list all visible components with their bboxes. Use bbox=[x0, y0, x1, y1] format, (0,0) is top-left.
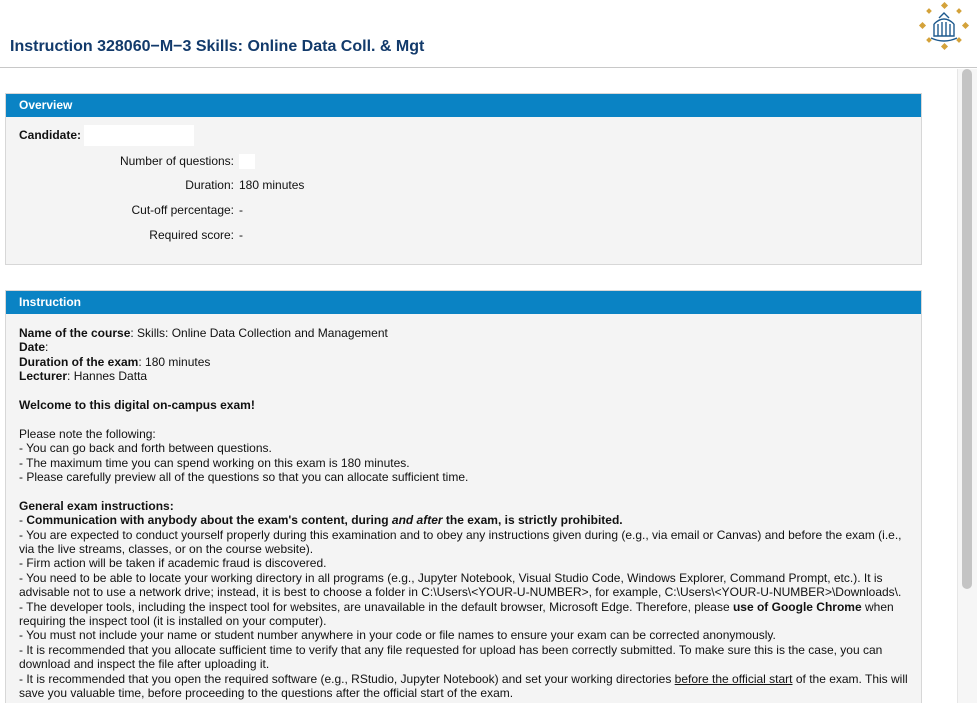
rule-software: - It is recommended that you open the re… bbox=[19, 671, 908, 701]
duration-label: Duration: bbox=[185, 178, 234, 192]
instruction-heading: Instruction bbox=[6, 291, 921, 314]
cutoff-label: Cut-off percentage: bbox=[131, 203, 234, 217]
page-header: Instruction 328060−M−3 Skills: Online Da… bbox=[0, 0, 977, 68]
overview-heading: Overview bbox=[6, 94, 921, 117]
rule-anonymous: - You must not include your name or stud… bbox=[19, 628, 776, 643]
note-item: - The maximum time you can spend working… bbox=[19, 455, 410, 470]
duration-line: Duration of the exam: 180 minutes bbox=[19, 355, 908, 369]
welcome-text: Welcome to this digital on-campus exam! bbox=[19, 398, 255, 413]
instruction-panel: Instruction Name of the course: Skills: … bbox=[5, 290, 922, 703]
lecturer-line: Lecturer: Hannes Datta bbox=[19, 369, 908, 383]
course-label: Name of the course bbox=[19, 326, 131, 340]
note-intro: Please note the following: bbox=[19, 426, 156, 441]
duration-value: 180 minutes bbox=[239, 178, 305, 192]
rule-communication: - Communication with anybody about the e… bbox=[19, 513, 623, 528]
rule-devtools: - The developer tools, including the ins… bbox=[19, 599, 894, 629]
candidate-label: Candidate: bbox=[19, 128, 82, 142]
lecturer-label: Lecturer bbox=[19, 369, 68, 384]
required-score-label: Required score: bbox=[149, 228, 234, 242]
date-value: : bbox=[45, 340, 49, 355]
candidate-value bbox=[84, 125, 194, 146]
page-title: Instruction 328060−M−3 Skills: Online Da… bbox=[10, 38, 425, 55]
content-area[interactable]: Overview Candidate: Number of questions:… bbox=[0, 69, 977, 703]
exam-duration-label: Duration of the exam bbox=[19, 354, 139, 369]
date-label: Date bbox=[19, 340, 46, 355]
overview-panel: Overview Candidate: Number of questions:… bbox=[5, 93, 922, 265]
course-value: : Skills: Online Data Collection and Man… bbox=[130, 326, 388, 340]
note-item: - Please carefully preview all of the qu… bbox=[19, 470, 469, 485]
rule-fraud: - Firm action will be taken if academic … bbox=[19, 556, 327, 571]
scrollbar-thumb[interactable] bbox=[962, 69, 972, 589]
general-heading: General exam instructions: bbox=[19, 498, 174, 513]
university-seal-icon bbox=[918, 2, 970, 51]
instruction-body: Name of the course: Skills: Online Data … bbox=[6, 314, 921, 701]
questions-value bbox=[239, 154, 255, 169]
lecturer-value: : Hannes Datta bbox=[67, 369, 148, 384]
rule-conduct: - You are expected to conduct yourself p… bbox=[19, 527, 902, 557]
cutoff-value: - bbox=[239, 203, 243, 217]
rule-directory: - You need to be able to locate your wor… bbox=[19, 570, 902, 600]
date-line: Date: bbox=[19, 340, 908, 354]
vertical-scrollbar[interactable] bbox=[957, 69, 977, 703]
rule-upload: - It is recommended that you allocate su… bbox=[19, 642, 883, 672]
note-item: - You can go back and forth between ques… bbox=[19, 441, 272, 456]
required-score-value: - bbox=[239, 228, 243, 242]
exam-duration-value: : 180 minutes bbox=[138, 354, 211, 369]
questions-label: Number of questions: bbox=[119, 154, 234, 168]
course-line: Name of the course: Skills: Online Data … bbox=[19, 326, 908, 340]
